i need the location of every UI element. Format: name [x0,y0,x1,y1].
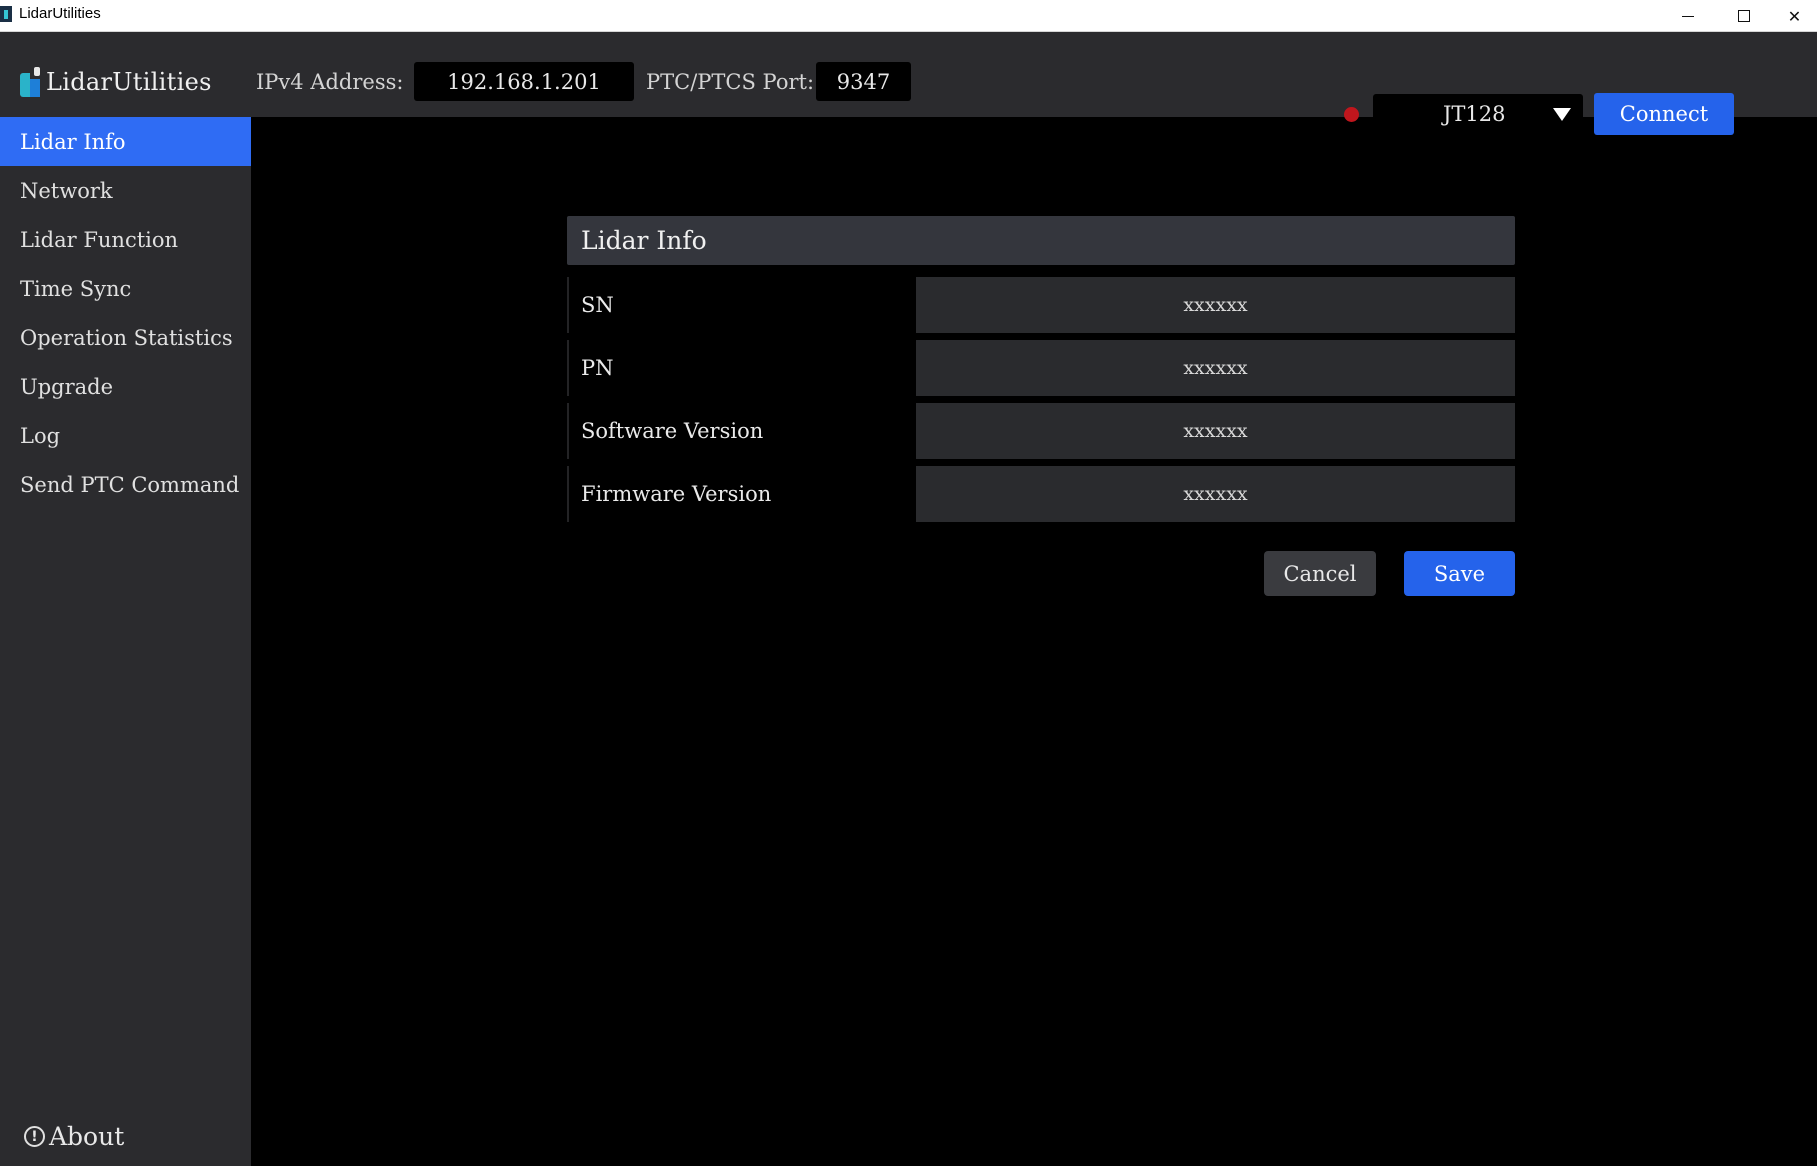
sidebar-item-send-ptc-command[interactable]: Send PTC Command [0,460,251,509]
software-version-label: Software Version [567,403,912,459]
close-button[interactable]: ✕ [1772,0,1817,32]
about-label: About [49,1122,125,1151]
connect-button[interactable]: Connect [1594,93,1734,135]
about-button[interactable]: ! About [24,1122,124,1151]
sidebar-item-lidar-info[interactable]: Lidar Info [0,117,251,166]
software-version-field[interactable]: xxxxxx [916,403,1515,459]
app-icon [0,6,12,22]
sidebar-item-lidar-function[interactable]: Lidar Function [0,215,251,264]
minimize-icon [1682,15,1694,17]
info-icon: ! [24,1126,45,1147]
sidebar-item-network[interactable]: Network [0,166,251,215]
save-button[interactable]: Save [1404,551,1515,596]
sidebar-item-upgrade[interactable]: Upgrade [0,362,251,411]
connection-status-indicator [1344,107,1359,122]
lidar-model-value: JT128 [1443,102,1506,126]
pn-value-field[interactable]: xxxxxx [916,340,1515,396]
brand-name: LidarUtilities [46,68,212,96]
window-titlebar: LidarUtilities ✕ [0,0,1817,32]
firmware-version-label: Firmware Version [567,466,912,522]
cancel-button[interactable]: Cancel [1264,551,1376,596]
sn-label: SN [567,277,912,333]
maximize-button[interactable] [1716,0,1772,32]
port-input[interactable]: 9347 [816,62,911,101]
port-label: PTC/PTCS Port: [646,70,815,94]
ipv4-label: IPv4 Address: [256,70,404,94]
sidebar-item-time-sync[interactable]: Time Sync [0,264,251,313]
firmware-version-field[interactable]: xxxxxx [916,466,1515,522]
sidebar-item-operation-statistics[interactable]: Operation Statistics [0,313,251,362]
sn-value-field[interactable]: xxxxxx [916,277,1515,333]
logo-icon [20,67,48,97]
maximize-icon [1738,10,1750,22]
sidebar: Lidar Info Network Lidar Function Time S… [0,117,251,1166]
close-icon: ✕ [1787,6,1802,26]
lidar-model-select[interactable]: JT128 [1373,94,1583,135]
section-title: Lidar Info [567,216,1515,265]
dropdown-arrow-icon [1553,108,1571,121]
sidebar-item-log[interactable]: Log [0,411,251,460]
ipv4-address-input[interactable]: 192.168.1.201 [414,62,634,101]
pn-label: PN [567,340,912,396]
window-title: LidarUtilities [19,5,101,22]
minimize-button[interactable] [1660,0,1716,32]
